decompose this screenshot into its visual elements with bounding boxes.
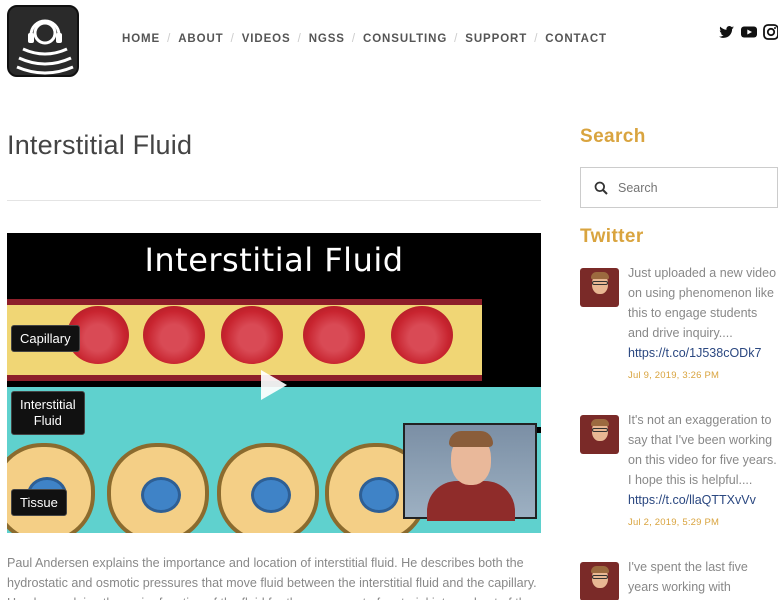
nav-separator: / [534,33,539,45]
nav-ngss[interactable]: NGSS [309,33,345,45]
tweet-text: I've spent the last five years working w… [628,560,748,594]
twitter-icon[interactable] [719,24,735,40]
main-nav: HOME / ABOUT / VIDEOS / NGSS / CONSULTING / S… [114,33,607,45]
video-title-text: Interstitial Fluid [144,241,404,279]
nav-videos[interactable]: VIDEOS [242,33,291,45]
red-blood-cell [143,306,205,364]
tweet-link[interactable]: https://t.co/llaQTTXvVv [628,490,778,510]
play-icon[interactable] [261,370,287,400]
tissue-cell [217,443,319,533]
capillary-label: Capillary [11,325,80,352]
nav-about[interactable]: ABOUT [178,33,223,45]
social-links [719,24,778,40]
tweet-date[interactable]: Jul 9, 2019, 3:26 PM [628,366,778,386]
interstitial-fluid-illustration [482,387,541,427]
nav-separator: / [297,33,302,45]
search-box[interactable] [580,167,778,208]
search-icon [594,181,608,195]
presenter-hair [449,431,493,447]
tweet-text: It's not an exaggeration to say that I'v… [628,413,777,487]
nav-separator: / [454,33,459,45]
tweet-date[interactable]: Jul 2, 2019, 5:29 PM [628,513,778,533]
interstitial-fluid-label: Interstitial Fluid [11,391,85,435]
video-description: Paul Andersen explains the importance an… [7,556,537,600]
avatar[interactable] [580,562,619,600]
video-player[interactable]: Interstitial Fluid Capillary Interstitia… [7,233,541,533]
search-input[interactable] [618,180,768,195]
avatar[interactable] [580,268,619,307]
cell-nucleus [141,477,181,513]
podcast-logo-icon [16,19,74,75]
avatar[interactable] [580,415,619,454]
divider [7,200,541,201]
nav-consulting[interactable]: CONSULTING [363,33,447,45]
tissue-label: Tissue [11,489,67,516]
presenter-inset [403,423,537,521]
twitter-heading: Twitter [580,226,644,247]
site-logo[interactable] [7,5,79,77]
nav-separator: / [351,33,356,45]
nav-home[interactable]: HOME [122,33,160,45]
red-blood-cell [221,306,283,364]
cell-nucleus [251,477,291,513]
nav-separator: / [167,33,172,45]
page-title: Interstitial Fluid [7,130,193,160]
nav-contact[interactable]: CONTACT [545,33,607,45]
youtube-icon[interactable] [741,24,757,40]
presenter-shirt [427,481,515,521]
tweet-link[interactable]: https://t.co/1J538cODk7 [628,343,778,363]
red-blood-cell [303,306,365,364]
instagram-icon[interactable] [763,24,778,40]
cell-nucleus [359,477,399,513]
tweet-text: Just uploaded a new video on using pheno… [628,266,777,340]
tissue-cell [107,443,209,533]
search-heading: Search [580,126,646,147]
nav-support[interactable]: SUPPORT [465,33,527,45]
red-blood-cell [391,306,453,364]
nav-separator: / [230,33,235,45]
